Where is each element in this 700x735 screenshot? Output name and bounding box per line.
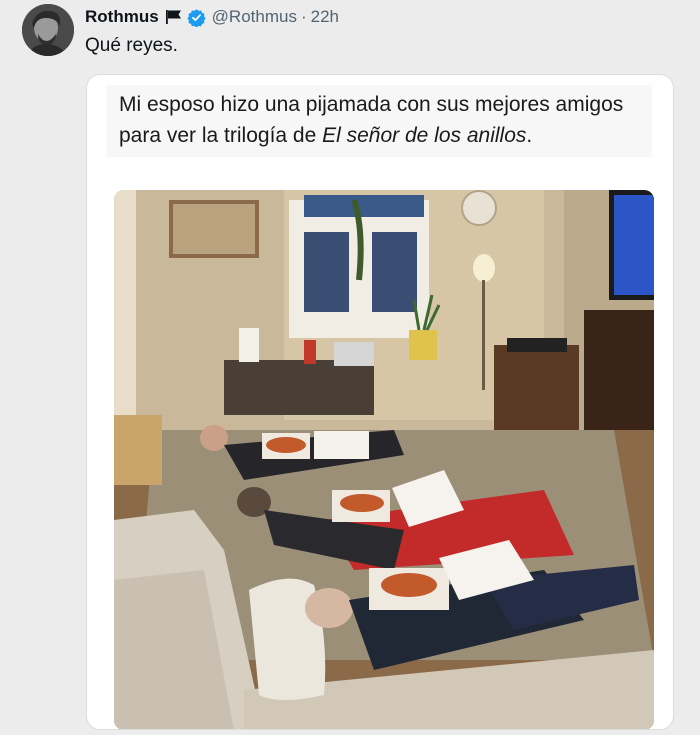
flag-icon: [165, 9, 183, 25]
verified-badge-icon: [186, 8, 206, 28]
quote-text-part2: .: [526, 124, 533, 147]
tweet-header: Rothmus @Rothmus · 22h: [85, 6, 339, 28]
display-name[interactable]: Rothmus: [85, 7, 159, 27]
avatar[interactable]: [22, 4, 74, 56]
quoted-post-card[interactable]: Mi esposo hizo una pijamada con sus mejo…: [86, 74, 674, 730]
separator-dot: ·: [300, 7, 307, 26]
tweet-text: Qué reyes.: [85, 35, 178, 56]
post-photo[interactable]: [114, 190, 654, 729]
handle[interactable]: @Rothmus: [212, 7, 297, 27]
quoted-post-text: Mi esposo hizo una pijamada con sus mejo…: [107, 85, 652, 157]
tweet: Rothmus @Rothmus · 22h Qué reyes. Mi esp…: [0, 0, 700, 735]
quote-text-italic: El señor de los anillos: [322, 124, 527, 147]
timestamp[interactable]: 22h: [311, 7, 339, 27]
